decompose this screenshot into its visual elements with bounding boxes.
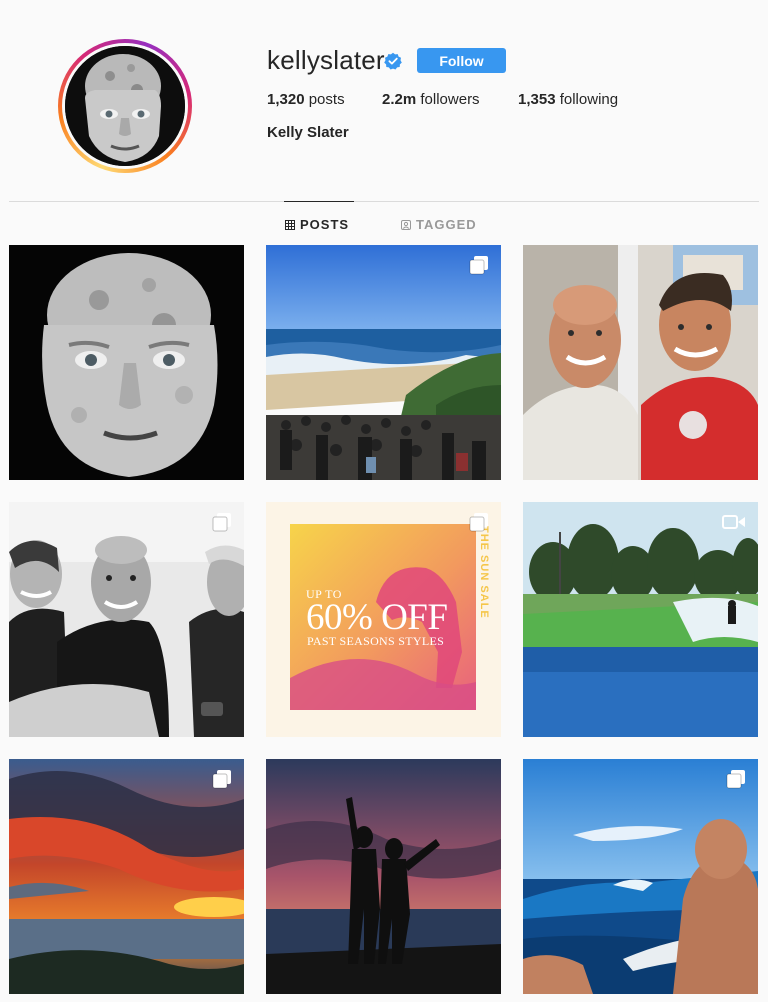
- following-label: following: [559, 91, 619, 108]
- carousel-icon: [212, 770, 231, 789]
- profile-username: kellyslater: [267, 45, 385, 75]
- video-icon: [722, 515, 745, 529]
- grid-icon: [285, 219, 295, 230]
- active-tab-indicator: [284, 201, 354, 202]
- tab-posts[interactable]: POSTS: [285, 217, 349, 232]
- post-tile-4[interactable]: [9, 502, 244, 737]
- sale-line-2: 60% OFF: [306, 597, 448, 638]
- following-count-stat[interactable]: 1,353 following: [518, 91, 618, 108]
- avatar[interactable]: [65, 46, 185, 166]
- post-image-sunset-sky: [9, 759, 244, 994]
- post-tile-1[interactable]: [9, 245, 244, 480]
- post-image-beach-crowd: [266, 245, 501, 480]
- tab-tagged-label: TAGGED: [416, 217, 477, 232]
- follow-button[interactable]: Follow: [417, 48, 506, 73]
- tabs-divider: [9, 201, 759, 202]
- followers-label: followers: [420, 91, 480, 108]
- tag-icon: [401, 219, 411, 230]
- carousel-icon: [212, 513, 231, 532]
- sale-line-3: PAST SEASONS STYLES: [307, 634, 445, 648]
- post-image-couple-silhouette: [266, 759, 501, 994]
- following-count: 1,353: [518, 91, 556, 108]
- verified-badge-icon: [384, 52, 402, 70]
- carousel-icon: [726, 770, 745, 789]
- post-tile-7[interactable]: [9, 759, 244, 994]
- avatar-image: [65, 46, 185, 166]
- profile-full-name: Kelly Slater: [267, 124, 349, 141]
- tab-tagged[interactable]: TAGGED: [401, 217, 477, 232]
- post-tile-3[interactable]: [523, 245, 758, 480]
- carousel-icon: [469, 256, 488, 275]
- sale-vertical-label: THE SUN SALE: [478, 526, 490, 619]
- post-tile-6[interactable]: [523, 502, 758, 737]
- post-image-bw-wetsuit-group: [9, 502, 244, 737]
- carousel-icon: [469, 513, 488, 532]
- posts-count: 1,320: [267, 91, 305, 108]
- followers-count-stat[interactable]: 2.2m followers: [382, 91, 480, 108]
- post-image-wave-pool: [523, 502, 758, 737]
- post-tile-8[interactable]: [266, 759, 501, 994]
- posts-label: posts: [308, 91, 345, 108]
- profile-avatar-ring[interactable]: [58, 39, 192, 173]
- post-tile-2[interactable]: [266, 245, 501, 480]
- post-image-moon-face: [9, 245, 244, 480]
- post-tile-9[interactable]: [523, 759, 758, 994]
- post-image-selfie-two-men: [523, 245, 758, 480]
- posts-count-stat: 1,320 posts: [267, 91, 345, 108]
- tab-posts-label: POSTS: [300, 217, 350, 232]
- followers-count: 2.2m: [382, 91, 417, 108]
- post-image-surfer-wave: [523, 759, 758, 994]
- post-tile-5[interactable]: UP TO 60% OFF PAST SEASONS STYLES THE SU…: [266, 502, 501, 737]
